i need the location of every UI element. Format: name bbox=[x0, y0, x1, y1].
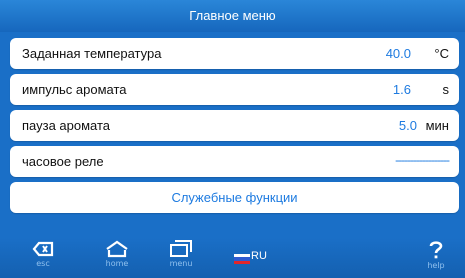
menu-panel: Заданная температура 40.0 °C импульс аро… bbox=[0, 32, 465, 230]
set-temperature-row[interactable]: Заданная температура 40.0 °C bbox=[10, 38, 459, 69]
set-temperature-value: 40.0 bbox=[385, 46, 411, 61]
bottom-nav-bar: esc home menu RU help bbox=[0, 238, 465, 278]
aroma-pause-label: пауза аромата bbox=[22, 118, 111, 133]
menu-button[interactable]: menu bbox=[166, 240, 196, 268]
timer-relay-label: часовое реле bbox=[22, 154, 104, 169]
back-icon bbox=[32, 241, 54, 257]
aroma-pause-row[interactable]: пауза аромата 5.0 мин bbox=[10, 110, 459, 141]
aroma-pulse-unit: s bbox=[442, 82, 450, 97]
home-caption: home bbox=[105, 259, 129, 268]
timer-relay-row[interactable]: часовое реле ------------------ bbox=[10, 146, 459, 177]
set-temperature-unit: °C bbox=[434, 46, 449, 61]
help-icon bbox=[429, 241, 443, 259]
help-caption: help bbox=[427, 261, 445, 270]
service-functions-label: Служебные функции bbox=[171, 190, 298, 205]
esc-button[interactable]: esc bbox=[30, 240, 56, 268]
set-temperature-label: Заданная температура bbox=[22, 46, 162, 61]
menu-icon bbox=[170, 240, 192, 257]
help-button[interactable]: help bbox=[424, 240, 448, 270]
home-icon bbox=[106, 240, 128, 258]
home-button[interactable]: home bbox=[102, 240, 132, 268]
aroma-pulse-value: 1.6 bbox=[392, 82, 411, 97]
aroma-pulse-row[interactable]: импульс аромата 1.6 s bbox=[10, 74, 459, 105]
aroma-pause-value: 5.0 bbox=[398, 118, 417, 133]
language-label[interactable]: RU bbox=[251, 250, 267, 262]
service-functions-button[interactable]: Служебные функции bbox=[10, 182, 459, 213]
timer-relay-value: ------------------ bbox=[395, 153, 450, 167]
aroma-pause-unit: мин bbox=[425, 118, 449, 133]
page-title: Главное меню bbox=[0, 0, 465, 32]
aroma-pulse-label: импульс аромата bbox=[22, 82, 127, 97]
esc-caption: esc bbox=[36, 259, 50, 268]
russia-flag-icon[interactable] bbox=[234, 254, 250, 264]
menu-caption: menu bbox=[169, 259, 193, 268]
